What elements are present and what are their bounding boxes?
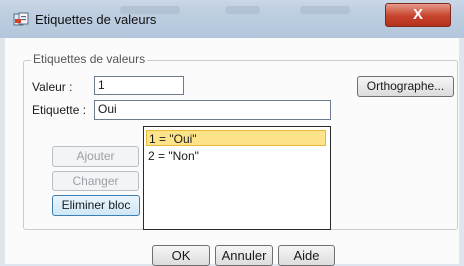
close-button[interactable]: X xyxy=(385,3,451,27)
group-label: Etiquettes de valeurs xyxy=(31,52,148,66)
etiquette-input[interactable]: Oui xyxy=(94,100,331,120)
valeur-input[interactable]: 1 xyxy=(94,76,184,95)
annuler-button[interactable]: Annuler xyxy=(215,245,273,266)
ok-button[interactable]: OK xyxy=(152,245,210,266)
window-title: Etiquettes de valeurs xyxy=(35,12,157,27)
value-labels-list[interactable]: 1 = "Oui" 2 = "Non" xyxy=(143,126,331,230)
orthographe-button[interactable]: Orthographe... xyxy=(357,76,454,97)
background-window-ghost xyxy=(225,6,260,14)
close-icon: X xyxy=(412,6,423,23)
app-icon xyxy=(13,12,29,26)
title-bar: Etiquettes de valeurs X xyxy=(0,0,464,38)
list-item[interactable]: 2 = "Non" xyxy=(146,148,199,164)
background-window-ghost xyxy=(300,6,350,14)
changer-button[interactable]: Changer xyxy=(52,171,139,191)
valeur-label: Valeur : xyxy=(32,80,73,94)
ajouter-button[interactable]: Ajouter xyxy=(52,146,139,167)
list-item[interactable]: 1 = "Oui" xyxy=(146,130,326,146)
eliminer-bloc-button[interactable]: Eliminer bloc xyxy=(52,195,140,216)
aide-button[interactable]: Aide xyxy=(278,245,335,266)
etiquette-label: Etiquette : xyxy=(32,103,87,117)
